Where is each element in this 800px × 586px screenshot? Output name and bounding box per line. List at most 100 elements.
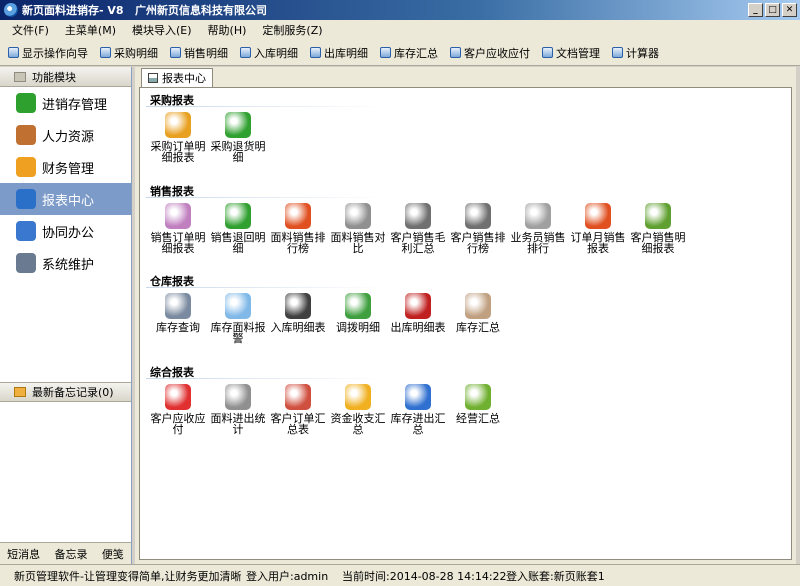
tab-report-center[interactable]: 报表中心 <box>141 68 213 87</box>
report-button-label: 客户应收应付 <box>150 412 206 436</box>
return-icon <box>225 203 251 229</box>
link-memo[interactable]: 备忘录 <box>54 546 87 562</box>
sidebar-item-label: 报表中心 <box>42 193 95 209</box>
toolbar-purchase-detail[interactable]: 采购明细 <box>100 45 158 61</box>
sidebar-item-2[interactable]: 财务管理 <box>0 151 131 183</box>
panel-icon <box>14 71 26 82</box>
app-icon <box>4 3 18 17</box>
toolbar-calculator[interactable]: 计算器 <box>612 45 659 61</box>
sidebar-item-5[interactable]: 系统维护 <box>0 247 131 279</box>
sidebar-bottom-links: 短消息 备忘录 便笺 <box>0 542 131 564</box>
report-button[interactable]: 客户订单汇总表 <box>266 384 330 435</box>
toolbar-show-wizard[interactable]: 显示操作向导 <box>8 45 88 61</box>
report-button[interactable]: 采购退货明细 <box>206 112 270 163</box>
report-button-label: 入库明细表 <box>270 321 326 334</box>
report-button[interactable]: 库存汇总 <box>446 293 510 333</box>
status-slogan: 新页管理软件-让管理变得简单,让财务更加清晰 <box>14 569 242 583</box>
money-icon <box>165 384 191 410</box>
link-notes[interactable]: 便笺 <box>102 546 124 562</box>
report-button-label: 订单月销售报表 <box>570 231 626 255</box>
toolbar-outbound-detail[interactable]: 出库明细 <box>310 45 368 61</box>
report-button-label: 采购退货明细 <box>210 140 266 164</box>
report-button[interactable]: 客户销售排行榜 <box>446 203 510 254</box>
report-button[interactable]: 订单月销售报表 <box>566 203 630 254</box>
checkbox-icon <box>170 47 181 58</box>
check-circle-icon <box>16 93 36 113</box>
link-short-message[interactable]: 短消息 <box>7 546 40 562</box>
memo-header[interactable]: 最新备忘记录(0) <box>0 382 131 402</box>
report-button-label: 客户销售排行榜 <box>450 231 506 255</box>
checkbox-icon <box>450 47 461 58</box>
close-button[interactable]: ✕ <box>782 3 797 17</box>
sidebar-item-0[interactable]: 进销存管理 <box>0 87 131 119</box>
report-button[interactable]: 调拨明细 <box>326 293 390 333</box>
refresh-icon <box>345 293 371 319</box>
coins-icon <box>345 384 371 410</box>
report-button-label: 客户销售毛利汇总 <box>390 231 446 255</box>
report-button[interactable]: 库存查询 <box>146 293 210 333</box>
menu-main[interactable]: 主菜单(M) <box>57 22 124 38</box>
report-button[interactable]: 业务员销售排行 <box>506 203 570 254</box>
report-button-label: 业务员销售排行 <box>510 231 566 255</box>
report-content: 采购报表 采购订单明细报表 采购退货明细 销售报表 销售订单明细报表 销售退回明细 面料销售… <box>139 87 792 560</box>
checkbox-icon <box>100 47 111 58</box>
report-button[interactable]: 客户销售毛利汇总 <box>386 203 450 254</box>
status-time: 当前时间:2014-08-28 14:14:22 <box>342 569 507 583</box>
menu-help[interactable]: 帮助(H) <box>200 22 255 38</box>
folder-icon <box>225 293 251 319</box>
return-icon <box>225 112 251 138</box>
checkbox-icon <box>542 47 553 58</box>
maximize-button[interactable]: □ <box>765 3 780 17</box>
calendar-icon <box>285 384 311 410</box>
toolbar-label: 出库明细 <box>324 46 368 60</box>
menu-module-import[interactable]: 模块导入(E) <box>124 22 200 38</box>
report-button[interactable]: 采购订单明细报表 <box>146 112 210 163</box>
toolbar-document-mgmt[interactable]: 文档管理 <box>542 45 600 61</box>
report-button-label: 面料进出统计 <box>210 412 266 436</box>
calendar-icon <box>16 221 36 241</box>
sidebar-item-label: 财务管理 <box>42 161 95 177</box>
report-button[interactable]: 面料销售排行榜 <box>266 203 330 254</box>
sidebar-item-3[interactable]: 报表中心 <box>0 183 131 215</box>
report-button[interactable]: 面料进出统计 <box>206 384 270 435</box>
toolbar-label: 文档管理 <box>556 46 600 60</box>
toolbar-label: 计算器 <box>626 46 659 60</box>
report-button-label: 库存汇总 <box>456 321 500 334</box>
report-button-label: 库存查询 <box>156 321 200 334</box>
sidebar-item-4[interactable]: 协同办公 <box>0 215 131 247</box>
dollar-icon <box>405 203 431 229</box>
report-icon <box>16 189 36 209</box>
toolbar-inventory-summary[interactable]: 库存汇总 <box>380 45 438 61</box>
report-button[interactable]: 库存面料报警 <box>206 293 270 344</box>
title-bar: 新页面料进销存- V8 广州新页信息科技有限公司 _ □ ✕ <box>0 0 800 20</box>
report-button[interactable]: 入库明细表 <box>266 293 330 333</box>
sidebar-item-label: 进销存管理 <box>42 97 108 113</box>
cart-icon <box>165 112 191 138</box>
toolbar-label: 入库明细 <box>254 46 298 60</box>
toolbar-inbound-detail[interactable]: 入库明细 <box>240 45 298 61</box>
checkbox-icon <box>612 47 623 58</box>
bar-chart-icon <box>525 203 551 229</box>
report-button[interactable]: 客户销售明细报表 <box>626 203 690 254</box>
database-icon <box>405 384 431 410</box>
report-button[interactable]: 销售订单明细报表 <box>146 203 210 254</box>
lock-icon <box>16 253 36 273</box>
report-button[interactable]: 出库明细表 <box>386 293 450 333</box>
minimize-button[interactable]: _ <box>748 3 763 17</box>
report-button[interactable]: 经营汇总 <box>446 384 510 424</box>
toolbar-receivable-payable[interactable]: 客户应收应付 <box>450 45 530 61</box>
sidebar-item-1[interactable]: 人力资源 <box>0 119 131 151</box>
sidebar-item-label: 人力资源 <box>42 129 95 145</box>
report-button[interactable]: 面料销售对比 <box>326 203 390 254</box>
report-button[interactable]: 资金收支汇总 <box>326 384 390 435</box>
toolbar-label: 采购明细 <box>114 46 158 60</box>
bar-chart-icon <box>585 203 611 229</box>
tab-strip: 报表中心 <box>135 67 796 87</box>
menu-custom-service[interactable]: 定制服务(Z) <box>254 22 330 38</box>
report-button[interactable]: 销售退回明细 <box>206 203 270 254</box>
report-button[interactable]: 库存进出汇总 <box>386 384 450 435</box>
report-button[interactable]: 客户应收应付 <box>146 384 210 435</box>
checkbox-icon <box>310 47 321 58</box>
menu-file[interactable]: 文件(F) <box>4 22 57 38</box>
toolbar-sales-detail[interactable]: 销售明细 <box>170 45 228 61</box>
